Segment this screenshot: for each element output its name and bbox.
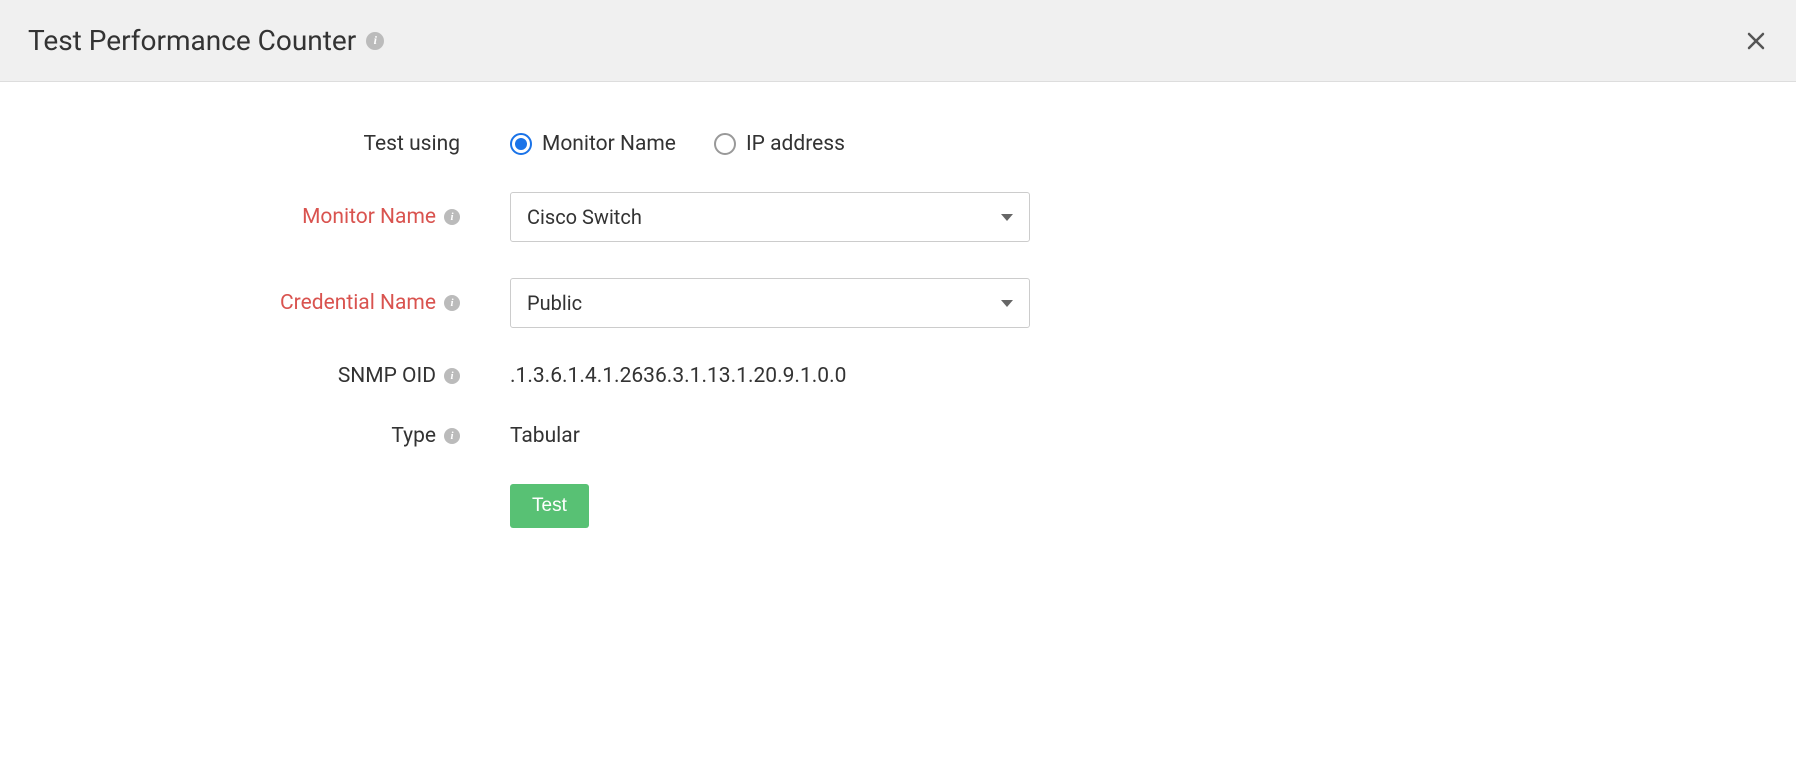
credential-name-control: Public [510, 278, 1030, 328]
radio-label: Monitor Name [542, 132, 676, 156]
type-value: Tabular [510, 424, 580, 448]
radio-icon [714, 133, 736, 155]
radio-monitor-name[interactable]: Monitor Name [510, 132, 676, 156]
select-value: Cisco Switch [527, 205, 642, 229]
info-icon[interactable]: i [444, 209, 460, 225]
type-value-container: Tabular [510, 424, 580, 448]
snmp-oid-value-container: .1.3.6.1.4.1.2636.3.1.13.1.20.9.1.0.0 [510, 364, 846, 388]
test-using-radio-group: Monitor Name IP address [510, 132, 845, 156]
monitor-name-select[interactable]: Cisco Switch [510, 192, 1030, 242]
monitor-name-row: Monitor Name i Cisco Switch [40, 192, 1756, 242]
credential-name-select[interactable]: Public [510, 278, 1030, 328]
credential-name-row: Credential Name i Public [40, 278, 1756, 328]
test-button[interactable]: Test [510, 484, 589, 528]
action-control: Test [510, 484, 589, 528]
title-text: Test Performance Counter [28, 24, 356, 57]
select-value: Public [527, 291, 582, 315]
info-icon[interactable]: i [444, 295, 460, 311]
snmp-oid-value: .1.3.6.1.4.1.2636.3.1.13.1.20.9.1.0.0 [510, 364, 846, 388]
dialog-header: Test Performance Counter i [0, 0, 1796, 82]
info-icon[interactable]: i [444, 428, 460, 444]
radio-ip-address[interactable]: IP address [714, 132, 845, 156]
test-using-label: Test using [40, 132, 510, 156]
radio-icon [510, 133, 532, 155]
type-label: Type i [40, 424, 510, 448]
credential-name-label: Credential Name i [40, 291, 510, 315]
snmp-oid-row: SNMP OID i .1.3.6.1.4.1.2636.3.1.13.1.20… [40, 364, 1756, 388]
monitor-name-label: Monitor Name i [40, 205, 510, 229]
close-icon [1744, 29, 1768, 53]
form-container: Test using Monitor Name IP address Monit… [0, 82, 1796, 614]
close-button[interactable] [1744, 29, 1768, 53]
info-icon[interactable]: i [366, 32, 384, 50]
action-row: Test [40, 484, 1756, 528]
page-title: Test Performance Counter i [28, 24, 384, 57]
chevron-down-icon [1001, 214, 1013, 221]
test-using-row: Test using Monitor Name IP address [40, 132, 1756, 156]
snmp-oid-label: SNMP OID i [40, 364, 510, 388]
type-row: Type i Tabular [40, 424, 1756, 448]
radio-label: IP address [746, 132, 845, 156]
info-icon[interactable]: i [444, 368, 460, 384]
chevron-down-icon [1001, 300, 1013, 307]
monitor-name-control: Cisco Switch [510, 192, 1030, 242]
